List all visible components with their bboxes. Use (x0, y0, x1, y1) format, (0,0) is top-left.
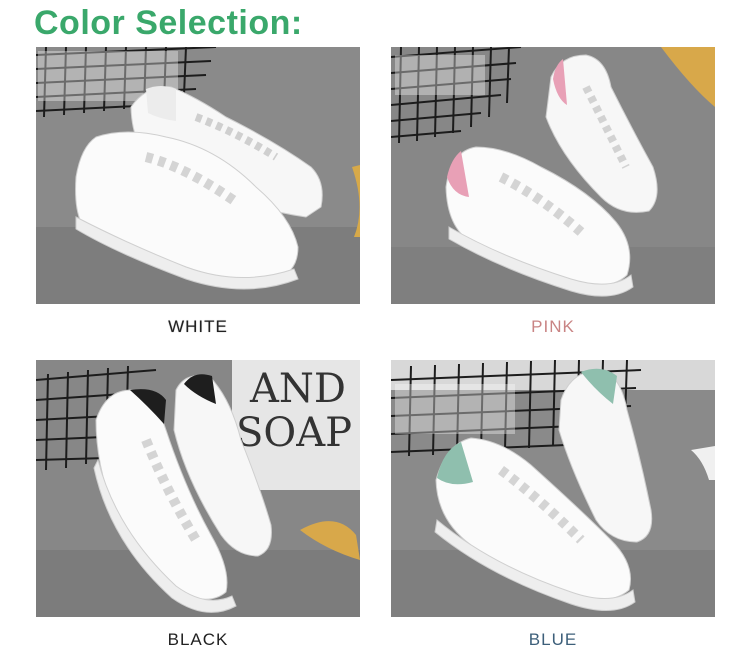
product-photo-white (36, 47, 360, 304)
color-option-blue[interactable]: BLUE (391, 360, 715, 649)
color-label-black: BLACK (167, 630, 229, 649)
backdrop-text-and: AND (249, 366, 346, 412)
product-photo-pink (391, 47, 715, 304)
color-label-white: WHITE (168, 317, 228, 336)
page-title: Color Selection: (34, 4, 303, 42)
color-label-blue: BLUE (528, 630, 578, 649)
color-option-white[interactable]: WHITE (36, 47, 360, 336)
color-option-black[interactable]: AND SOAP BLACK (36, 360, 360, 649)
color-option-pink[interactable]: PINK (391, 47, 715, 336)
color-label-pink: PINK (531, 317, 575, 336)
backdrop-text-soap: SOAP (236, 410, 352, 456)
product-photo-blue (391, 360, 715, 617)
product-photo-black: AND SOAP (36, 360, 360, 617)
